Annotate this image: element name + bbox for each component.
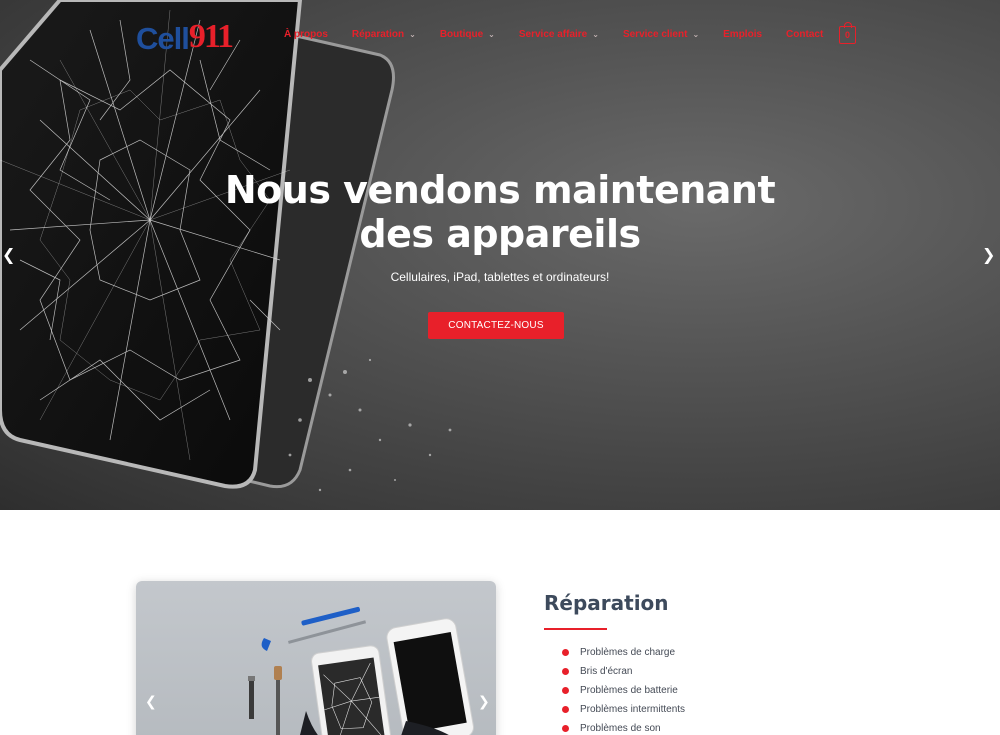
nav-item-emplois[interactable]: Emplois — [723, 29, 762, 40]
chevron-left-icon[interactable]: ❮ — [2, 245, 15, 265]
logo-number: 911 — [188, 18, 234, 55]
list-item-label: Problèmes intermittents — [580, 704, 686, 715]
chevron-down-icon: ⌄ — [488, 30, 495, 39]
hero-title-line2: des appareils — [359, 212, 641, 256]
nav-label: Réparation — [351, 29, 405, 40]
list-item: Problèmes de batterie — [562, 681, 685, 700]
nav-item-service-affaire[interactable]: Service affaire ⌄ — [519, 29, 599, 40]
chevron-down-icon: ⌄ — [409, 30, 416, 39]
repair-image-slider: ❮ ❯ — [136, 581, 496, 735]
list-item: Problèmes de charge — [562, 643, 685, 662]
nav-item-boutique[interactable]: Boutique ⌄ — [440, 29, 495, 40]
chevron-down-icon: ⌄ — [692, 30, 700, 39]
nav-item-service-client[interactable]: Service client ⌄ — [623, 29, 699, 40]
list-item-label: Problèmes de son — [580, 723, 661, 734]
cart-icon[interactable]: 0 — [839, 22, 856, 44]
nav-label: Service affaire — [518, 29, 588, 40]
chevron-right-icon[interactable]: ❯ — [982, 245, 995, 265]
repair-tools-image — [248, 606, 474, 735]
hero-title: Nous vendons maintenant des appareils — [0, 168, 1000, 256]
nav-item-a-propos[interactable]: À propos — [284, 29, 328, 40]
main-nav: À propos Réparation ⌄ Boutique ⌄ Service… — [284, 29, 847, 40]
logo[interactable]: Cell 911 — [136, 18, 234, 56]
section-title-reparation: Réparation — [544, 591, 669, 615]
hero-title-line1: Nous vendons maintenant — [224, 168, 776, 212]
list-item-label: Bris d'écran — [580, 666, 633, 677]
list-item-label: Problèmes de charge — [580, 647, 676, 658]
nav-item-reparation[interactable]: Réparation ⌄ — [352, 29, 416, 40]
nav-label: Contact — [786, 29, 824, 40]
list-item-label: Problèmes de batterie — [580, 685, 678, 696]
nav-label: À propos — [284, 29, 328, 40]
nav-label: Boutique — [439, 29, 484, 40]
cart-count: 0 — [844, 30, 850, 40]
repair-list: Problèmes de charge Bris d'écran Problèm… — [562, 643, 685, 735]
chevron-left-icon[interactable]: ❮ — [145, 693, 157, 710]
nav-label: Emplois — [723, 29, 763, 40]
logo-prefix: Cell — [136, 21, 190, 56]
contact-button[interactable]: CONTACTEZ-NOUS — [428, 312, 564, 339]
list-item: Bris d'écran — [562, 662, 685, 681]
bullet-icon — [562, 687, 569, 694]
chevron-down-icon: ⌄ — [592, 30, 599, 39]
site-header: Cell 911 À propos Réparation ⌄ Boutique … — [0, 0, 1000, 72]
nav-item-contact[interactable]: Contact — [786, 29, 823, 40]
bullet-icon — [562, 649, 569, 656]
bullet-icon — [562, 725, 569, 732]
nav-label: Service client — [622, 29, 688, 40]
title-underline — [544, 628, 607, 630]
bullet-icon — [562, 668, 569, 675]
bullet-icon — [562, 706, 569, 713]
list-item: Problèmes intermittents — [562, 700, 685, 719]
chevron-right-icon[interactable]: ❯ — [478, 693, 490, 710]
hero-subtitle: Cellulaires, iPad, tablettes et ordinate… — [390, 270, 610, 284]
list-item: Problèmes de son — [562, 719, 685, 735]
